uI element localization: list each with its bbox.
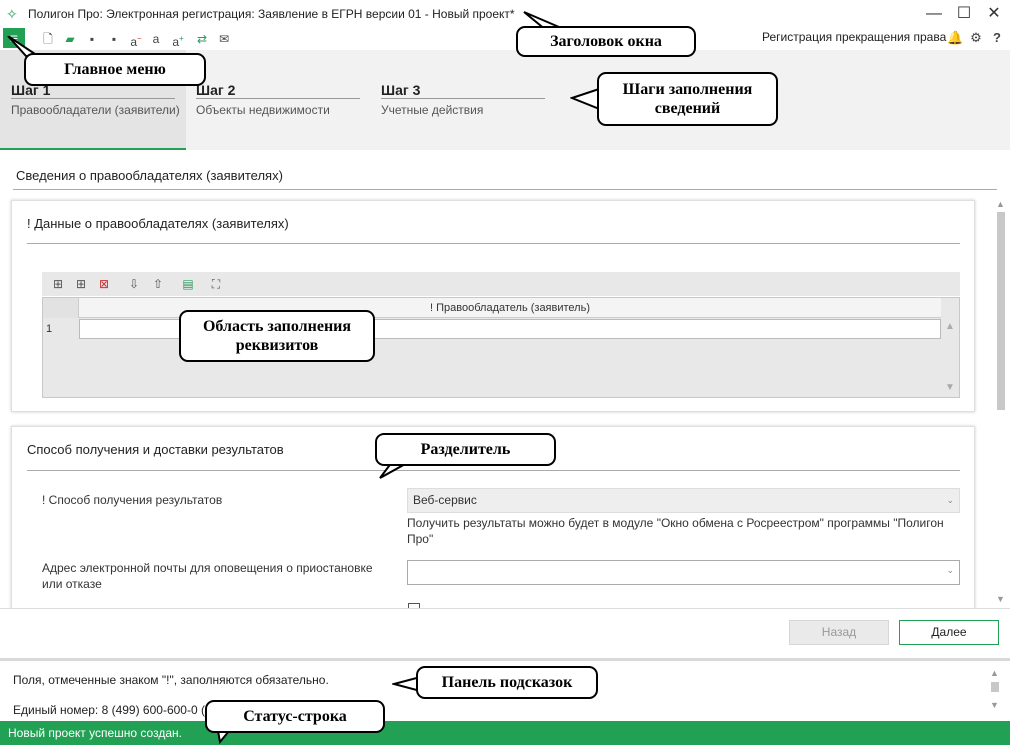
add-row-icon[interactable]: ⊞: [50, 276, 66, 292]
grid-scroll-up-icon[interactable]: ▲: [945, 321, 955, 332]
delivery-card-divider: [27, 470, 960, 471]
method-hint: Получить результаты можно будет в модуле…: [407, 516, 944, 546]
method-label: ! Способ получения результатов: [42, 493, 223, 507]
close-icon: ✕: [987, 5, 1001, 22]
callout-window-title: Заголовок окна: [516, 26, 696, 57]
delivery-card-title: Способ получения и доставки результатов: [27, 442, 284, 457]
step-3-title[interactable]: Шаг 3: [381, 82, 420, 98]
grid-corner[interactable]: [43, 298, 79, 318]
method-select-value: Веб-сервис: [413, 493, 477, 507]
email-label: Адрес электронной почты для оповещения о…: [42, 561, 373, 591]
hint-scrollbar-thumb[interactable]: [991, 682, 999, 692]
settings-icon[interactable]: ⚙: [968, 30, 984, 46]
maximize-button[interactable]: ☐: [952, 4, 976, 24]
grid-row-number: 1: [46, 323, 53, 335]
step-2-divider: [196, 98, 360, 99]
move-down-icon[interactable]: ⇩: [126, 276, 142, 292]
registration-type-label: Регистрация прекращения права: [762, 30, 947, 44]
window-title: Полигон Про: Электронная регистрация: За…: [28, 7, 515, 21]
section-divider: [13, 189, 997, 190]
next-button[interactable]: Далее: [899, 620, 999, 645]
delete-row-icon[interactable]: ⊠: [96, 276, 112, 292]
main-scrollbar-thumb[interactable]: [997, 212, 1005, 410]
callout-main-menu: Главное меню: [24, 53, 206, 86]
envelope-icon[interactable]: ✉: [216, 31, 232, 47]
help-icon[interactable]: ?: [989, 30, 1005, 46]
minimize-button[interactable]: —: [922, 4, 946, 24]
callout-hint-panel: Панель подсказок: [416, 666, 598, 699]
insert-row-icon[interactable]: ⊞: [73, 276, 89, 292]
chevron-down-icon: ⌄: [946, 565, 954, 575]
section-title: Сведения о правообладателях (заявителях): [16, 168, 283, 183]
bell-icon[interactable]: 🔔: [947, 30, 963, 46]
step-1-divider: [11, 98, 175, 99]
font-decrease-icon[interactable]: a−: [128, 31, 144, 49]
email-input[interactable]: ⌄: [407, 560, 960, 585]
hint-scroll-up-icon[interactable]: ▲: [990, 668, 999, 678]
back-button[interactable]: Назад: [789, 620, 889, 645]
save-icon[interactable]: ▪: [84, 31, 100, 47]
callout-steps: Шаги заполнения сведений: [597, 72, 778, 126]
grid-scroll-down-icon[interactable]: ▼: [945, 382, 955, 393]
exchange-icon[interactable]: ⇄: [194, 31, 210, 47]
save-as-icon[interactable]: ▪: [106, 31, 122, 47]
scroll-down-icon[interactable]: ▼: [996, 594, 1005, 604]
app-logo-icon: ✧: [6, 6, 18, 22]
font-increase-icon[interactable]: a+: [170, 31, 186, 49]
hint-text-phone: Единый номер: 8 (499) 600-600-0 (с: [13, 703, 211, 717]
open-file-icon[interactable]: ▰: [62, 31, 78, 47]
hint-text: Поля, отмеченные знаком "!", заполняются…: [13, 673, 329, 687]
move-up-icon[interactable]: ⇧: [150, 276, 166, 292]
close-button[interactable]: ✕: [982, 4, 1006, 24]
status-text: Новый проект успешно создан.: [8, 726, 182, 740]
import-icon[interactable]: ▤: [180, 276, 196, 292]
font-default-icon[interactable]: a: [148, 31, 164, 47]
fullscreen-icon[interactable]: ⛶: [208, 276, 224, 292]
rightholders-card-divider: [27, 243, 960, 244]
callout-status-bar: Статус-строка: [205, 700, 385, 733]
rightholders-card-title: ! Данные о правообладателях (заявителях): [27, 216, 289, 231]
scroll-up-icon[interactable]: ▲: [996, 199, 1005, 209]
hint-scroll-down-icon[interactable]: ▼: [990, 700, 999, 710]
method-select[interactable]: Веб-сервис ⌄: [407, 488, 960, 513]
maximize-icon: ☐: [956, 5, 972, 22]
callout-separator: Разделитель: [375, 433, 556, 466]
step-3-subtitle[interactable]: Учетные действия: [381, 103, 483, 117]
step-1-subtitle: Правообладатели (заявители): [11, 103, 180, 117]
active-step-indicator: [0, 148, 186, 150]
callout-fill-area: Область заполнения реквизитов: [179, 310, 375, 362]
chevron-down-icon: ⌄: [946, 495, 954, 505]
step-3-divider: [381, 98, 545, 99]
step-2-subtitle[interactable]: Объекты недвижимости: [196, 103, 330, 117]
minimize-icon: —: [926, 5, 942, 22]
